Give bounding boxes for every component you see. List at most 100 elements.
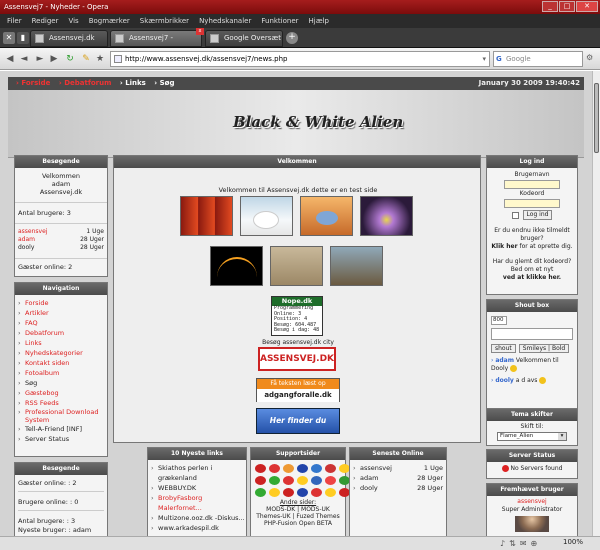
support-link[interactable]: MODS-DK | MODS-UK [251,506,345,513]
user-link[interactable]: adam [18,236,35,244]
gallery-image[interactable] [360,196,413,236]
site-nav-search[interactable]: Søg [160,79,175,87]
user-link[interactable]: dooly [360,483,378,493]
site-nav-forside[interactable]: Forside [21,79,50,87]
nav-item-forside[interactable]: Forside [15,298,107,308]
nav-item-nyhedskategorier[interactable]: Nyhedskategorier [15,348,107,358]
flag-icon[interactable] [311,488,322,497]
user-link[interactable]: adam [360,473,378,483]
user-link[interactable]: assensvej [360,463,392,473]
flag-icon[interactable] [255,476,266,485]
featured-user-name[interactable]: assensvej [487,498,577,506]
forward-icon[interactable]: ► [34,53,46,65]
shout-user[interactable]: adam [495,357,514,364]
flag-icon[interactable] [283,464,294,473]
nav-item-fotoalbum[interactable]: Fotoalbum [15,368,107,378]
gallery-image[interactable] [330,246,383,286]
flag-icon[interactable] [325,476,336,485]
flag-icon[interactable] [297,464,308,473]
search-input[interactable]: G Google [493,51,583,67]
link-item[interactable]: BrobyFasborg Malerfornet... [148,493,246,513]
forgot-link[interactable]: ved at klikke her. [503,274,561,281]
menu-feeds[interactable]: Nyhedskanaler [194,14,256,28]
shout-button[interactable]: shout [491,344,516,353]
nav-item-artikler[interactable]: Artikler [15,308,107,318]
tab-nyheder[interactable]: Assensvej7 - Nyheder x [110,28,204,57]
new-tab-icon[interactable]: + [286,32,298,44]
nav-item-debatforum[interactable]: Debatforum [15,328,107,338]
flag-icon[interactable] [311,464,322,473]
tab-assensvej[interactable]: Assensvej.dk [30,30,108,47]
transfer-icon[interactable]: ⇅ [509,539,516,548]
flag-icon[interactable] [255,464,266,473]
flag-icon[interactable] [311,476,322,485]
speaker-icon[interactable]: ♪ [500,539,505,548]
nav-item-server-status[interactable]: Server Status [15,434,107,444]
back-icon[interactable]: ◀ [4,53,16,65]
link-item[interactable]: Multizone.ooz.dk -Diskus... [148,513,246,523]
nav-item-sog[interactable]: Søg [15,378,107,388]
stats-widget[interactable]: Nope.dk Programmering Online: 3 Position… [271,296,323,336]
zoom-icon[interactable]: ⊕ [531,539,538,548]
menu-bookmarks[interactable]: Bogmærker [84,14,135,28]
smileys-button[interactable]: Smileys | Bold [518,344,570,353]
fast-forward-icon[interactable]: ▶ [48,53,60,65]
close-window-button[interactable]: ✕ [576,1,598,12]
flag-icon[interactable] [325,488,336,497]
register-link[interactable]: Klik her [491,243,517,250]
link-item[interactable]: WEBBUY.DK [148,483,246,493]
minimize-button[interactable]: _ [542,1,558,12]
username-input[interactable] [504,180,560,189]
shout-input[interactable] [491,328,573,340]
flag-icon[interactable] [325,464,336,473]
user-link[interactable]: assensvej [18,228,47,236]
tab-google-translate[interactable]: Google Oversæt [205,30,283,47]
nav-item-gaestebog[interactable]: Gæstebog [15,388,107,398]
flag-icon[interactable] [269,488,280,497]
gallery-image[interactable] [240,196,293,236]
menu-help[interactable]: Hjælp [304,14,334,28]
edit-icon[interactable]: ✎ [80,53,92,65]
site-nav-debatforum[interactable]: Debatforum [64,79,111,87]
finder-banner[interactable]: Her finder du [256,408,340,434]
tab-close-icon[interactable]: x [196,28,204,35]
menu-view[interactable]: Vis [63,14,83,28]
panel-toggle-icon[interactable]: ▮ [17,32,29,44]
scrollbar-thumb[interactable] [594,83,599,153]
menu-edit[interactable]: Rediger [27,14,64,28]
chevron-down-icon[interactable]: ▾ [482,52,486,66]
login-button[interactable]: Log ind [522,210,553,220]
flag-icon[interactable] [255,488,266,497]
address-bar[interactable]: http://www.assensvej.dk/assensvej7/news.… [110,51,490,67]
assensvej-badge[interactable]: ASSENSVEJ.DK [258,347,336,371]
nav-item-faq[interactable]: FAQ [15,318,107,328]
nav-item-tell-a-friend[interactable]: Tell-A-Friend [INF] [15,424,107,434]
avatar[interactable] [515,516,549,532]
flag-icon[interactable] [269,476,280,485]
site-nav-links[interactable]: Links [125,79,146,87]
shout-user[interactable]: dooly [495,377,514,384]
nav-item-kontakt[interactable]: Kontakt siden [15,358,107,368]
gallery-image[interactable] [210,246,263,286]
flag-icon[interactable] [283,476,294,485]
menu-file[interactable]: Filer [2,14,27,28]
page-scrollbar[interactable] [592,71,600,536]
nav-item-rss[interactable]: RSS Feeds [15,398,107,408]
link-item[interactable]: www.arkadespil.dk [148,523,246,533]
maximize-button[interactable]: □ [559,1,575,12]
gallery-image[interactable] [300,196,353,236]
nav-item-links[interactable]: Links [15,338,107,348]
zoom-level[interactable]: 100% [563,538,583,546]
support-link[interactable]: Themes-UK | Fuzed Themes [251,513,345,520]
read-aloud-banner[interactable]: Få teksten læst op adgangforalle.dk [256,378,340,402]
nav-item-download[interactable]: Professional Download System [15,408,107,424]
flag-icon[interactable] [283,488,294,497]
support-link[interactable]: PHP-Fusion Open BETA [251,520,345,527]
bookmark-star-icon[interactable]: ★ [94,53,106,65]
password-input[interactable] [504,199,560,208]
remember-checkbox[interactable] [511,211,519,219]
customize-icon[interactable]: ⚙ [586,53,593,62]
gallery-image[interactable] [180,196,233,236]
mail-icon[interactable]: ✉ [520,539,527,548]
menu-widgets[interactable]: Skærmbrikker [135,14,194,28]
